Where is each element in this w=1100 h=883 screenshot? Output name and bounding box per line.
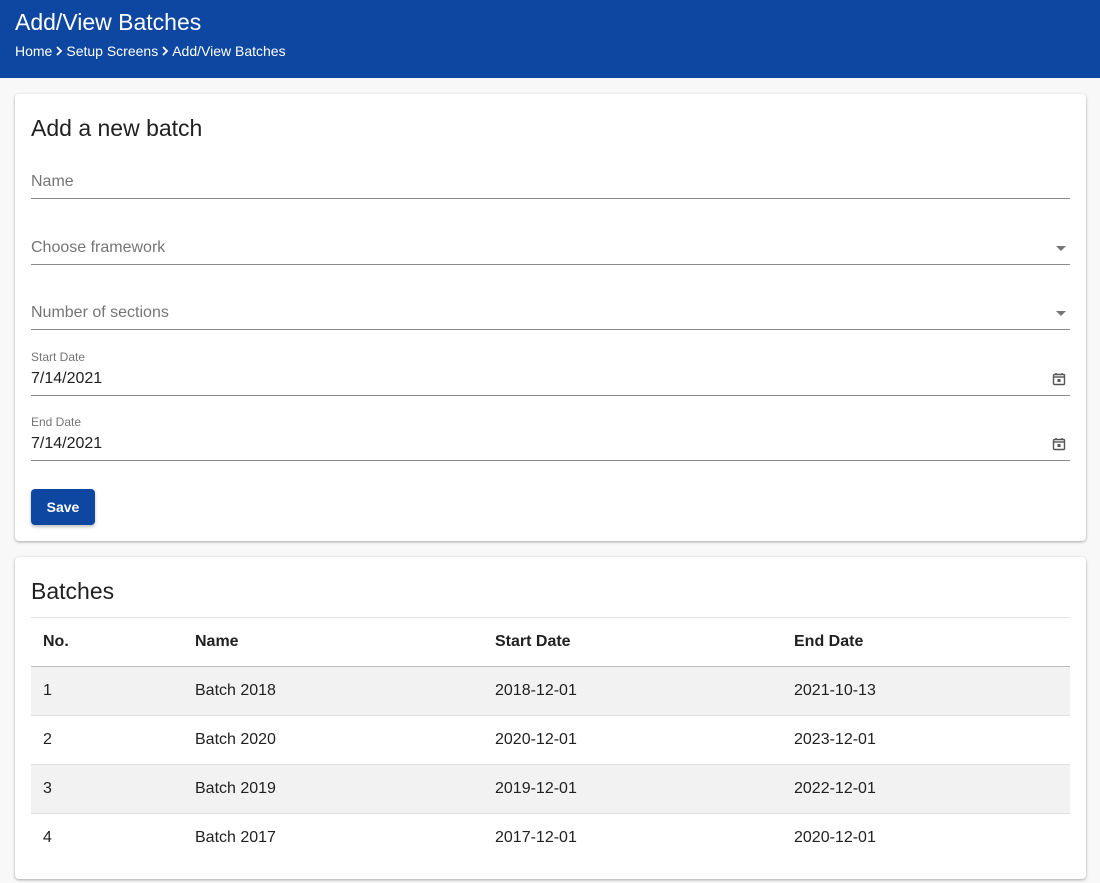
name-field[interactable]: Name	[31, 164, 1070, 199]
column-header-no: No.	[43, 633, 69, 650]
chevron-right-icon	[159, 42, 171, 60]
cell-start-date: 2019-12-01	[495, 780, 577, 797]
cell-name: Batch 2019	[195, 780, 276, 797]
page-title: Add/View Batches	[15, 9, 202, 35]
column-header-start-date: Start Date	[495, 633, 571, 650]
cell-end-date: 2022-12-01	[794, 780, 876, 797]
framework-select[interactable]: Choose framework	[31, 230, 1070, 265]
column-header-name: Name	[195, 633, 239, 650]
cell-end-date: 2020-12-01	[794, 829, 876, 847]
table-row: 3 Batch 2019 2019-12-01 2022-12-01	[31, 764, 1070, 814]
cell-start-date: 2020-12-01	[495, 731, 577, 748]
add-batch-title: Add a new batch	[31, 115, 203, 141]
cell-end-date: 2021-10-13	[794, 682, 876, 699]
end-date-value: 7/14/2021	[31, 435, 103, 452]
cell-start-date: 2017-12-01	[495, 829, 577, 847]
cell-no: 1	[43, 682, 52, 699]
cell-start-date: 2018-12-01	[495, 682, 577, 699]
cell-no: 2	[43, 731, 52, 748]
cell-name: Batch 2017	[195, 829, 276, 847]
framework-placeholder: Choose framework	[31, 239, 166, 256]
batches-card: Batches No. Name Start Date End Date 1 B…	[15, 557, 1086, 879]
batches-title: Batches	[31, 578, 115, 604]
caret-down-icon	[1056, 246, 1066, 251]
calendar-icon[interactable]	[1052, 437, 1066, 451]
start-date-value: 7/14/2021	[31, 370, 103, 387]
table-row: 1 Batch 2018 2018-12-01 2021-10-13	[31, 666, 1070, 716]
caret-down-icon	[1056, 311, 1066, 316]
save-button[interactable]: Save	[31, 489, 95, 525]
breadcrumb-setup-screens[interactable]: Setup Screens	[66, 42, 158, 60]
cell-no: 4	[43, 829, 52, 847]
add-batch-card: Add a new batch Name Choose framework Nu…	[15, 94, 1086, 541]
calendar-icon[interactable]	[1052, 372, 1066, 386]
cell-name: Batch 2020	[195, 731, 276, 748]
chevron-right-icon	[53, 42, 65, 60]
cell-name: Batch 2018	[195, 682, 276, 699]
sections-select[interactable]: Number of sections	[31, 295, 1070, 330]
cell-end-date: 2023-12-01	[794, 731, 876, 748]
cell-no: 3	[43, 780, 52, 797]
end-date-field[interactable]: End Date 7/14/2021	[31, 415, 1070, 461]
batches-table: No. Name Start Date End Date 1 Batch 201…	[31, 617, 1070, 863]
column-header-end-date: End Date	[794, 633, 864, 650]
breadcrumb: Home Setup Screens Add/View Batches	[15, 42, 286, 60]
breadcrumb-home[interactable]: Home	[15, 42, 52, 60]
start-date-field[interactable]: Start Date 7/14/2021	[31, 350, 1070, 396]
table-header-row: No. Name Start Date End Date	[31, 617, 1070, 667]
table-row: 4 Batch 2017 2017-12-01 2020-12-01	[31, 814, 1070, 863]
breadcrumb-current: Add/View Batches	[172, 43, 286, 59]
sections-placeholder: Number of sections	[31, 304, 169, 321]
name-placeholder: Name	[31, 173, 74, 190]
app-header: Add/View Batches Home Setup Screens Add/…	[0, 0, 1100, 78]
start-date-label: Start Date	[31, 350, 86, 364]
table-row: 2 Batch 2020 2020-12-01 2023-12-01	[31, 716, 1070, 765]
end-date-label: End Date	[31, 415, 82, 429]
